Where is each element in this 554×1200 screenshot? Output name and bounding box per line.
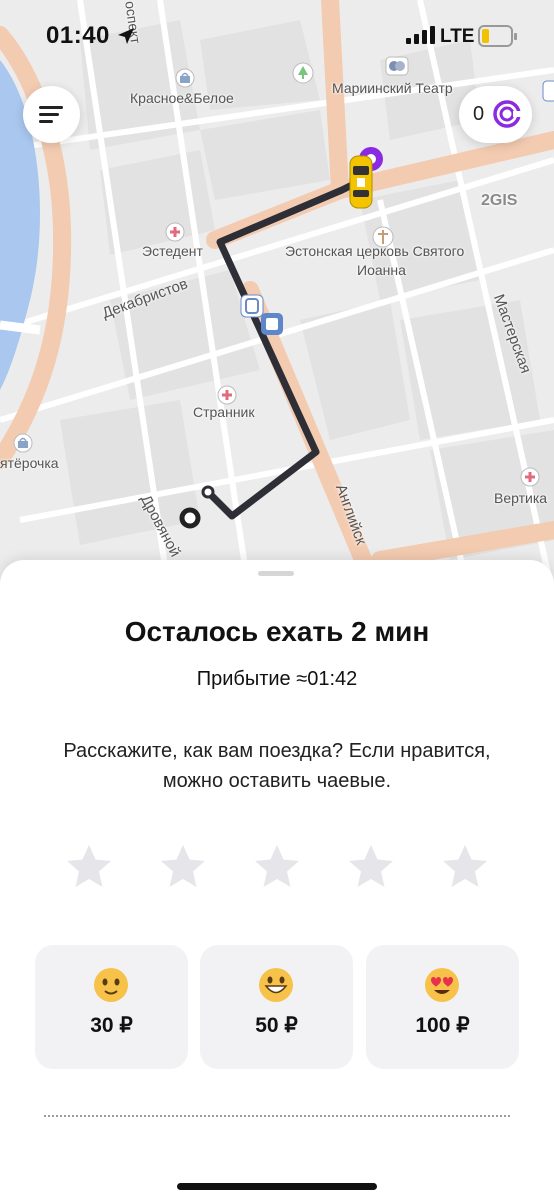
poi-label-vertika: Вертика	[494, 490, 548, 506]
smiling-face-icon	[94, 968, 128, 1002]
bus-stop-icon	[542, 80, 554, 102]
status-time: 01:40	[46, 22, 110, 49]
poi-label-church: Эстонская церковь Святого	[285, 243, 465, 259]
rating-star-4[interactable]	[346, 842, 396, 892]
battery-icon	[478, 25, 517, 47]
divider	[44, 1115, 510, 1117]
rating-star-3[interactable]	[252, 842, 302, 892]
poi-label-pyaterochka: ятёрочка	[0, 455, 59, 471]
grinning-face-icon	[259, 968, 293, 1002]
tip-amount: 50 ₽	[255, 1014, 298, 1037]
clinic-icon	[217, 385, 237, 405]
poi-label-strannik: Странник	[193, 404, 255, 420]
trip-bottom-sheet: Осталось ехать 2 мин Прибытие ≈01:42 Рас…	[0, 560, 554, 1200]
map[interactable]: оспект Красное&Белое Мариинский Театр 2G…	[0, 0, 554, 600]
rating-star-5[interactable]	[440, 842, 490, 892]
trip-time-remaining: Осталось ехать 2 мин	[124, 616, 430, 647]
location-arrow-icon	[118, 28, 134, 44]
hamburger-menu-icon	[39, 106, 63, 123]
tip-option-50[interactable]: 50 ₽	[200, 945, 353, 1069]
status-bar: 01:40 LTE	[0, 0, 554, 72]
map-provider-logo: 2GIS	[481, 192, 518, 209]
poi-label-church-line2: Иоанна	[357, 262, 406, 278]
rating-star-2[interactable]	[158, 842, 208, 892]
plus-coin-icon	[493, 100, 521, 128]
feedback-line-1: Расскажите, как вам поездка? Если нравит…	[63, 740, 491, 762]
sheet-drag-handle[interactable]	[258, 571, 294, 576]
tip-amount: 100 ₽	[415, 1014, 470, 1037]
network-type: LTE	[440, 26, 475, 47]
coin-count: 0	[473, 103, 485, 125]
arrival-time: Прибытие ≈01:42	[196, 668, 358, 690]
cashback-coins-button[interactable]: 0	[459, 86, 532, 143]
tip-option-30[interactable]: 30 ₽	[35, 945, 188, 1069]
tip-amount: 30 ₽	[90, 1014, 133, 1037]
tip-option-100[interactable]: 100 ₽	[366, 945, 519, 1069]
poi-label-estedent: Эстедент	[142, 243, 203, 259]
taxi-car-icon	[349, 155, 373, 209]
menu-button[interactable]	[23, 86, 80, 143]
clinic-icon	[520, 467, 540, 487]
heart-eyes-face-icon	[425, 968, 459, 1002]
cell-signal-icon	[406, 26, 435, 44]
feedback-prompt: Расскажите, как вам поездка? Если нравит…	[40, 736, 514, 796]
bus-stop-icon	[261, 313, 283, 335]
poi-label-mariinsky: Мариинский Театр	[332, 80, 453, 96]
clinic-icon	[165, 222, 185, 242]
rating-star-1[interactable]	[64, 842, 114, 892]
shop-icon	[13, 433, 33, 453]
poi-label-krasnoe-beloe: Красное&Белое	[130, 90, 234, 106]
home-indicator[interactable]	[177, 1183, 377, 1190]
feedback-line-2: можно оставить чаевые.	[162, 770, 392, 792]
star-rating	[56, 842, 506, 892]
